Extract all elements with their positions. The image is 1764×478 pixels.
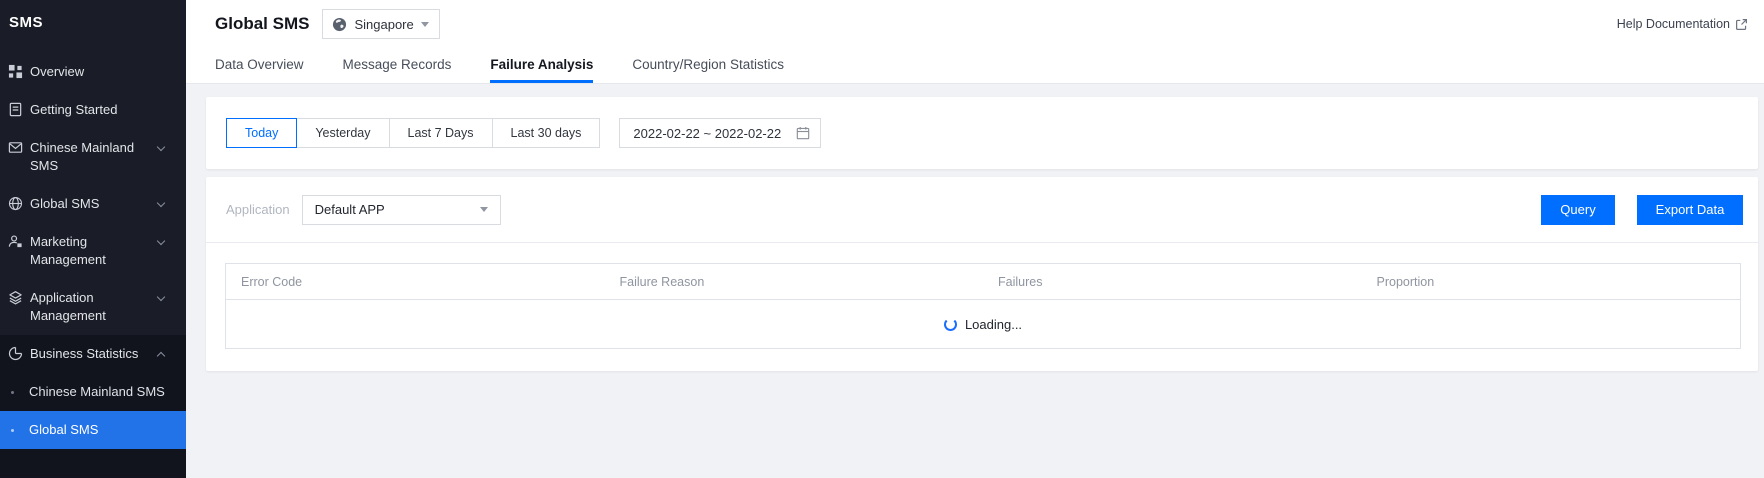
date-range-value: 2022-02-22 ~ 2022-02-22: [633, 125, 782, 141]
sidebar-item-label: Overview: [30, 64, 85, 79]
table-loading-row: Loading...: [226, 300, 1740, 348]
tab-label: Country/Region Statistics: [632, 56, 784, 72]
tab-bar: Data Overview Message Records Failure An…: [215, 46, 1748, 83]
external-link-icon: [1735, 18, 1748, 31]
sidebar-item-application-management[interactable]: Application Management: [0, 279, 186, 335]
globe-icon: [332, 17, 347, 32]
chevron-down-icon: [156, 236, 166, 246]
loading-spinner-icon: [943, 317, 957, 331]
region-selector[interactable]: Singapore: [322, 9, 440, 39]
loading-text: Loading...: [964, 316, 1023, 332]
help-link-label: Help Documentation: [1616, 17, 1730, 31]
range-button-last-7-days[interactable]: Last 7 Days: [388, 118, 493, 148]
page-header: Global SMS Singapore Help Documentation …: [186, 0, 1764, 84]
query-bar: Application Default APP Query Export Dat…: [206, 177, 1758, 243]
content-area: Today Yesterday Last 7 Days Last 30 days…: [186, 84, 1764, 371]
sidebar-item-label: Application Management: [30, 290, 106, 323]
pie-chart-icon: [8, 346, 23, 361]
calendar-icon[interactable]: [796, 126, 810, 140]
person-icon: [8, 234, 23, 249]
main-area: Global SMS Singapore Help Documentation …: [186, 0, 1764, 371]
tab-label: Failure Analysis: [490, 56, 594, 72]
grid-icon: [8, 64, 23, 79]
sidebar-item-getting-started[interactable]: Getting Started: [0, 91, 186, 129]
sidebar-item-overview[interactable]: Overview: [0, 53, 186, 91]
help-documentation-link[interactable]: Help Documentation: [1617, 17, 1748, 31]
sidebar-section-business-statistics: Business Statistics Chinese Mainland SMS…: [0, 335, 186, 478]
sidebar-item-global-sms[interactable]: Global SMS: [0, 185, 186, 223]
range-button-last-30-days[interactable]: Last 30 days: [491, 118, 601, 148]
sidebar-subitem-label: Chinese Mainland SMS: [29, 384, 165, 399]
sidebar-item-business-statistics[interactable]: Business Statistics: [0, 335, 186, 373]
sidebar-item-label: Global SMS: [30, 196, 100, 211]
tab-message-records[interactable]: Message Records: [343, 46, 452, 83]
sidebar-item-label: Marketing Management: [30, 234, 106, 267]
tab-label: Message Records: [342, 56, 452, 72]
tab-country-region-statistics[interactable]: Country/Region Statistics: [632, 46, 784, 83]
chevron-down-icon: [156, 198, 166, 208]
header-top-row: Global SMS Singapore Help Documentation: [215, 0, 1748, 46]
sidebar-item-chinese-mainland-sms[interactable]: Chinese Mainland SMS: [0, 129, 186, 185]
table-header-row: Error Code Failure Reason Failures Propo…: [226, 264, 1740, 300]
bullet-icon: [11, 391, 14, 394]
chevron-up-icon: [156, 351, 166, 361]
sidebar-item-label: Business Statistics: [30, 346, 139, 361]
range-button-today[interactable]: Today: [226, 118, 298, 148]
chevron-down-icon: [156, 142, 166, 152]
sidebar-subitem-global-sms[interactable]: Global SMS: [0, 411, 186, 449]
globe-icon: [8, 196, 23, 211]
chevron-down-icon: [156, 292, 166, 302]
column-header-failures: Failures: [998, 274, 1043, 289]
column-header-error-code: Error Code: [241, 274, 303, 289]
tab-data-overview[interactable]: Data Overview: [215, 46, 304, 83]
date-filter-card: Today Yesterday Last 7 Days Last 30 days…: [206, 97, 1758, 169]
mail-icon: [8, 140, 23, 155]
product-logo: SMS: [9, 14, 44, 31]
layers-icon: [8, 290, 23, 305]
sidebar-item-label: Chinese Mainland SMS: [30, 140, 135, 173]
failure-analysis-card: Application Default APP Query Export Dat…: [206, 177, 1758, 371]
sidebar-item-marketing-management[interactable]: Marketing Management: [0, 223, 186, 279]
range-button-yesterday[interactable]: Yesterday: [296, 118, 390, 148]
application-select[interactable]: Default APP: [301, 194, 501, 225]
date-range-button-group: Today Yesterday Last 7 Days Last 30 days: [226, 118, 601, 148]
sidebar-subitem-label: Global SMS: [29, 422, 99, 437]
sidebar: SMS Overview Getting Started Chinese Mai…: [0, 0, 186, 478]
page-title: Global SMS: [215, 14, 310, 33]
caret-down-icon: [420, 21, 429, 27]
bullet-icon: [11, 429, 14, 432]
sidebar-nav: Overview Getting Started Chinese Mainlan…: [0, 53, 186, 335]
application-label: Application: [226, 202, 290, 217]
query-button[interactable]: Query: [1541, 194, 1615, 225]
sidebar-item-label: Getting Started: [30, 102, 118, 117]
document-icon: [8, 102, 23, 117]
sidebar-subitem-chinese-mainland-sms[interactable]: Chinese Mainland SMS: [0, 373, 186, 411]
tab-label: Data Overview: [215, 56, 304, 72]
failure-table: Error Code Failure Reason Failures Propo…: [225, 263, 1741, 349]
caret-down-icon: [479, 207, 488, 212]
column-header-failure-reason: Failure Reason: [619, 274, 705, 289]
date-range-picker[interactable]: 2022-02-22 ~ 2022-02-22: [619, 118, 822, 148]
column-header-proportion: Proportion: [1376, 274, 1435, 289]
region-label: Singapore: [354, 16, 414, 32]
export-data-button[interactable]: Export Data: [1637, 194, 1743, 225]
tab-failure-analysis[interactable]: Failure Analysis: [490, 46, 594, 83]
application-select-value: Default APP: [314, 202, 385, 217]
